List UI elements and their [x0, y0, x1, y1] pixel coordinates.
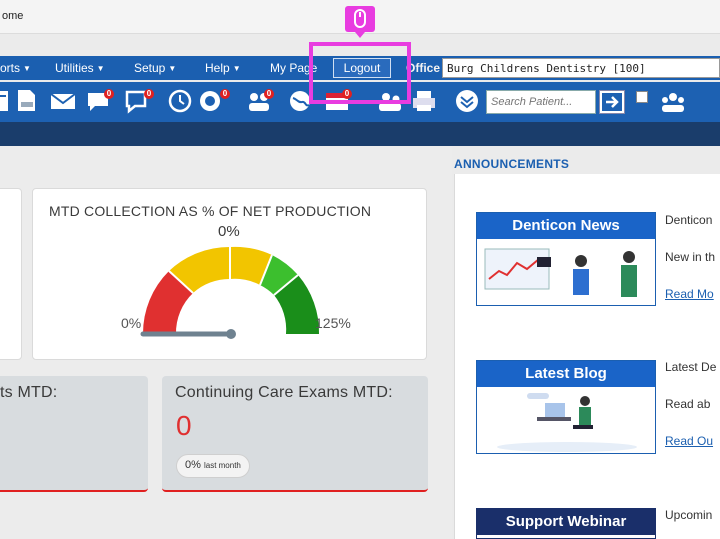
- gauge-hub: [226, 329, 236, 339]
- latest-blog-tile-title: Latest Blog: [477, 361, 655, 387]
- stat-right-pill-suffix: last month: [203, 461, 241, 470]
- secondary-band: [0, 122, 720, 146]
- menu-setup-label: Setup: [134, 61, 166, 75]
- patient-search-input[interactable]: [486, 90, 596, 114]
- denticon-news-tile[interactable]: Denticon News: [476, 212, 656, 306]
- blog-read-more-link[interactable]: Read Ou: [665, 434, 713, 448]
- collection-gauge: [140, 246, 320, 339]
- webinar-heading: Upcomin: [665, 508, 713, 522]
- support-webinar-tile[interactable]: Support Webinar: [476, 508, 656, 539]
- stat-card-left: ts MTD:: [0, 376, 148, 492]
- mail-icon[interactable]: [50, 88, 76, 114]
- blog-heading: Latest De: [665, 360, 717, 374]
- click-marker-pointer: [355, 32, 365, 38]
- stat-card-continuing-care: Continuing Care Exams MTD: 0 0% last mon…: [162, 376, 428, 492]
- menu-setup[interactable]: Setup ▼: [134, 61, 176, 75]
- chevron-down-icon: ▼: [168, 64, 177, 74]
- menu-utilities[interactable]: Utilities ▼: [55, 61, 105, 75]
- gauge-card: MTD COLLECTION AS % OF NET PRODUCTION 0%…: [32, 188, 427, 360]
- news-heading: Denticon: [665, 213, 713, 227]
- stat-right-title: Continuing Care Exams MTD:: [175, 384, 393, 401]
- blog-illustration: [497, 393, 637, 452]
- chevron-down-icon: ▼: [96, 64, 105, 74]
- news-read-more-link[interactable]: Read Mo: [665, 287, 714, 301]
- group-badge: 0: [264, 89, 274, 99]
- gauge-max-label: 125%: [315, 315, 351, 331]
- team-broadcast-icon[interactable]: [658, 88, 688, 114]
- arrow-right-icon: [602, 93, 622, 111]
- office-label: Office: [406, 61, 441, 75]
- browser-tab-title[interactable]: ome: [2, 10, 23, 22]
- menu-reports[interactable]: orts ▼: [0, 61, 31, 75]
- search-option-checkbox[interactable]: [636, 91, 648, 103]
- menu-help-label: Help: [205, 61, 230, 75]
- gauge-card-title: MTD COLLECTION AS % OF NET PRODUCTION: [49, 203, 372, 219]
- latest-blog-tile[interactable]: Latest Blog: [476, 360, 656, 454]
- denticon-dashboard: ome orts ▼ Utilities ▼ Setup ▼ Help ▼ My Pag…: [0, 0, 720, 539]
- news-illustration: [484, 248, 637, 297]
- chevron-down-circle-icon[interactable]: [454, 88, 480, 114]
- denticon-news-tile-title: Denticon News: [477, 213, 655, 239]
- stat-right-pill-value: 0%: [185, 459, 201, 471]
- logout-highlight-box: [309, 42, 411, 104]
- menu-utilities-label: Utilities: [55, 61, 94, 75]
- chevron-down-icon: ▼: [232, 64, 241, 74]
- mouse-icon: [354, 9, 366, 28]
- menu-help[interactable]: Help ▼: [205, 61, 241, 75]
- office-selector[interactable]: [442, 58, 720, 78]
- support-webinar-tile-title: Support Webinar: [477, 509, 655, 535]
- print-document-icon[interactable]: [15, 88, 39, 114]
- stat-right-value: 0: [176, 410, 192, 441]
- blog-snippet: Read ab: [665, 397, 711, 411]
- printer-icon[interactable]: [410, 88, 438, 114]
- message-badge: 0: [144, 89, 154, 99]
- gauge-min-label: 0%: [121, 315, 142, 331]
- click-marker: [345, 6, 375, 32]
- news-snippet: New in th: [665, 250, 716, 264]
- chevron-down-icon: ▼: [23, 64, 31, 74]
- chat-badge: 0: [104, 89, 114, 99]
- stat-left-title: ts MTD:: [0, 384, 58, 401]
- globe-users-badge: 0: [220, 89, 230, 99]
- menu-reports-label: orts: [0, 61, 21, 75]
- announcements-title: ANNOUNCEMENTS: [454, 157, 570, 171]
- search-go-button[interactable]: [599, 90, 625, 114]
- left-card-partial: [0, 188, 22, 360]
- clock-icon[interactable]: [168, 88, 192, 114]
- gauge-current-value: 0%: [218, 223, 240, 240]
- stat-right-comparison: 0% last month: [176, 454, 250, 478]
